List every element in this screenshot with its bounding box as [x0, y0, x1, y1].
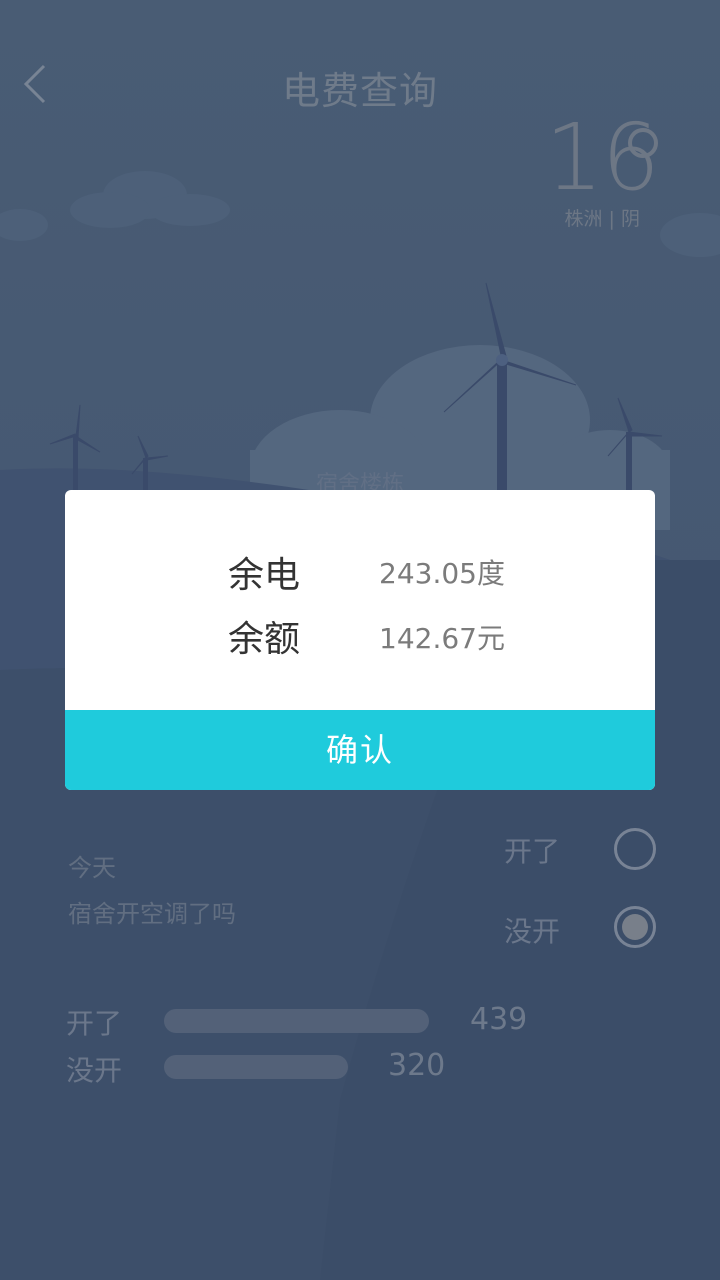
confirm-button[interactable]: 确认: [65, 710, 655, 790]
remaining-balance-label: 余额: [228, 619, 301, 660]
balance-dialog: 余电 243.05度 余额 142.67元 确认: [65, 490, 655, 790]
remaining-balance-value: 142.67元: [379, 622, 505, 655]
remaining-electricity-label: 余电: [228, 555, 301, 596]
remaining-electricity-value: 243.05度: [379, 557, 505, 590]
